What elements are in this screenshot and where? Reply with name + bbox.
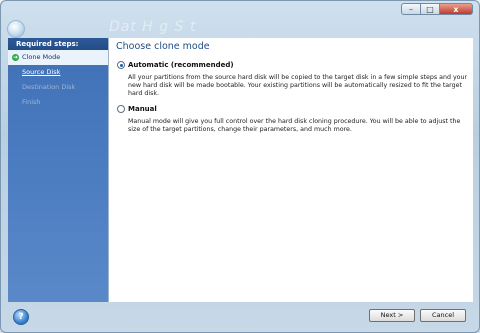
sidebar-item-label: Destination Disk bbox=[22, 83, 76, 91]
window-controls: – □ x bbox=[401, 3, 473, 15]
next-button[interactable]: Next > bbox=[369, 309, 415, 322]
manual-description: Manual mode will give you full control o… bbox=[128, 118, 461, 133]
main-panel: Choose clone mode Automatic (recommended… bbox=[108, 38, 473, 302]
minimize-button[interactable]: – bbox=[401, 3, 421, 15]
sidebar-item-clone-mode[interactable]: ➜ Clone Mode bbox=[8, 50, 108, 65]
automatic-label[interactable]: Automatic (recommended) bbox=[128, 61, 234, 69]
sidebar-header: Required steps: bbox=[8, 38, 108, 50]
sidebar-item-source-disk[interactable]: Source Disk bbox=[8, 65, 108, 80]
current-step-arrow-icon: ➜ bbox=[12, 54, 19, 61]
automatic-radio[interactable] bbox=[117, 61, 125, 69]
clone-disk-dialog: Dat H g S t – □ x Required steps: ➜ Clon… bbox=[0, 0, 480, 333]
sidebar-item-destination-disk: Destination Disk bbox=[8, 80, 108, 95]
sidebar-item-finish: Finish bbox=[8, 95, 108, 110]
automatic-description: All your partitions from the source hard… bbox=[128, 74, 468, 97]
option-manual[interactable]: Manual Manual mode will give you full co… bbox=[117, 105, 468, 134]
title-watermark: Dat H g S t bbox=[109, 19, 197, 35]
maximize-button[interactable]: □ bbox=[420, 3, 440, 15]
footer-bar: ? Next > Cancel bbox=[1, 302, 479, 332]
title-bar[interactable]: Dat H g S t – □ x bbox=[1, 1, 479, 38]
sidebar-item-label: Finish bbox=[22, 98, 41, 106]
steps-sidebar: Required steps: ➜ Clone Mode Source Disk… bbox=[8, 38, 108, 302]
page-title: Choose clone mode bbox=[116, 41, 210, 52]
cancel-button[interactable]: Cancel bbox=[420, 309, 466, 322]
option-automatic[interactable]: Automatic (recommended) All your partiti… bbox=[117, 61, 468, 98]
help-icon[interactable]: ? bbox=[13, 309, 29, 325]
manual-radio[interactable] bbox=[117, 105, 125, 113]
manual-label[interactable]: Manual bbox=[128, 105, 157, 113]
close-button[interactable]: x bbox=[439, 3, 473, 15]
app-logo-icon bbox=[7, 20, 25, 38]
sidebar-item-label: Source Disk bbox=[22, 68, 61, 76]
sidebar-item-label: Clone Mode bbox=[22, 53, 61, 61]
